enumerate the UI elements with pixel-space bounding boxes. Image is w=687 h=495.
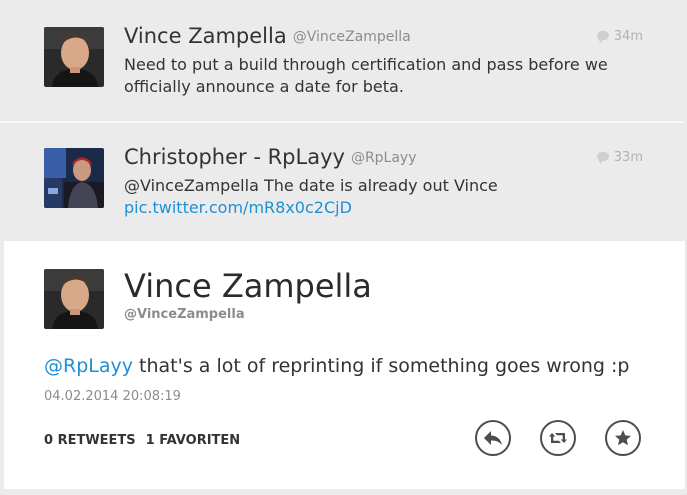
tweet-time: 34m [596,29,643,44]
detail-text: that's a lot of reprinting if something … [132,355,630,377]
author-display-name[interactable]: Christopher - RpLayy [124,145,345,169]
reply-icon [484,431,502,445]
retweet-button[interactable] [540,420,576,456]
detail-author-name[interactable]: Vince Zampella [124,267,372,305]
time-label: 33m [613,150,643,165]
speech-bubble-icon [596,152,609,164]
star-icon [615,430,631,446]
mention-link[interactable]: @RpLayy [44,355,133,377]
retweet-count[interactable]: 0 RETWEETS [44,433,136,448]
avatar[interactable] [44,148,104,208]
tweet-text-line: @VinceZampella The date is already out V… [124,176,498,195]
retweet-icon [549,433,567,443]
time-label: 34m [613,29,643,44]
tweet-item[interactable]: Vince Zampella @VinceZampella 34m Need to… [0,0,685,121]
author-handle[interactable]: @VinceZampella [293,29,411,45]
tweet-item[interactable]: Christopher - RpLayy @RpLayy 33m @VinceZa… [0,123,685,241]
avatar[interactable] [44,269,104,329]
tweet-timestamp: 04.02.2014 20:08:19 [44,389,181,404]
detail-tweet-text: @RpLayy that's a lot of reprinting if so… [44,355,629,377]
tweet-text: @VinceZampella The date is already out V… [124,175,644,219]
tweet-detail: Vince Zampella @VinceZampella @RpLayy th… [4,241,685,489]
favorite-count[interactable]: 1 FAVORITEN [146,433,241,448]
avatar[interactable] [44,27,104,87]
tweet-text: Need to put a build through certificatio… [124,55,608,96]
tweet-time: 33m [596,150,643,165]
tweet-stats: 0 RETWEETS 1 FAVORITEN [44,433,240,448]
tweet-link[interactable]: pic.twitter.com/mR8x0c2CjD [124,197,644,219]
author-name[interactable]: Vince Zampella @VinceZampella [124,24,411,48]
author-name[interactable]: Christopher - RpLayy @RpLayy [124,145,417,169]
bottom-strip [0,489,687,495]
tweet-conversation-view: Vince Zampella @VinceZampella 34m Need to… [0,0,687,495]
author-handle[interactable]: @RpLayy [351,150,417,166]
author-display-name[interactable]: Vince Zampella [124,24,287,48]
detail-author-handle[interactable]: @VinceZampella [124,307,245,322]
speech-bubble-icon [596,31,609,43]
reply-button[interactable] [475,420,511,456]
favorite-button[interactable] [605,420,641,456]
